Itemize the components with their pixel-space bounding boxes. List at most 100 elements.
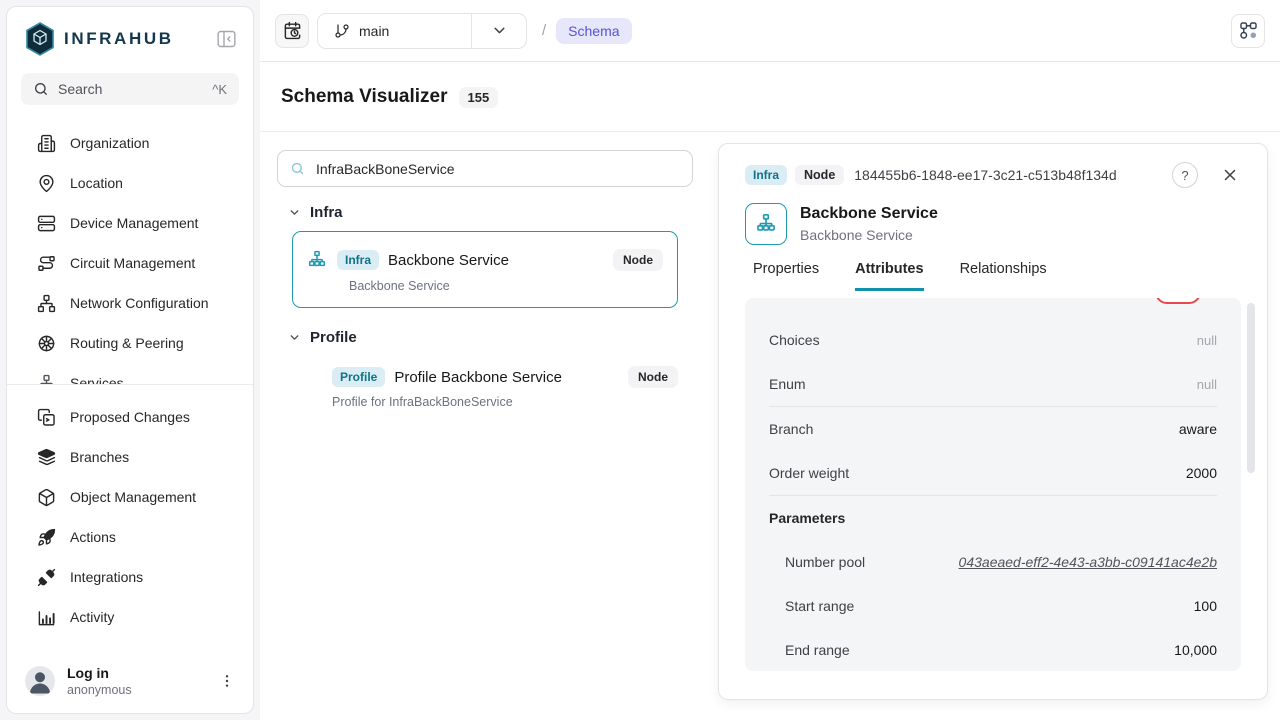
result-title: Backbone Service	[388, 252, 509, 269]
object-uuid: 184455b6-1848-ee17-3c21-c513b48f134d	[854, 167, 1116, 183]
chevron-down-icon	[288, 206, 301, 219]
branch-name: main	[359, 23, 389, 39]
attr-row-branch: Branch aware	[769, 407, 1217, 451]
brand-wordmark: INFRAHUB	[64, 29, 174, 49]
sidebar-item-organization[interactable]: Organization	[7, 123, 253, 163]
login-row[interactable]: Log in anonymous	[7, 653, 253, 713]
result-item-profile-backbone-service[interactable]: Profile Profile Backbone Service Node Pr…	[306, 356, 678, 415]
result-description: Backbone Service	[349, 279, 663, 293]
attr-row-start-range: Start range 100	[769, 584, 1217, 628]
page-title: Schema Visualizer	[281, 86, 448, 108]
git-branch-icon	[334, 23, 350, 39]
bar-chart-icon	[37, 608, 56, 627]
branch-selector[interactable]: main	[317, 13, 527, 49]
clipped-value-pill	[1155, 298, 1201, 304]
route-icon	[37, 254, 56, 273]
panel-header: Infra Node 184455b6-1848-ee17-3c21-c513b…	[745, 162, 1241, 188]
sidebar-collapse-button[interactable]	[214, 27, 239, 51]
close-panel-button[interactable]	[1219, 164, 1241, 186]
result-title: Profile Backbone Service	[394, 369, 562, 386]
result-card-backbone-service[interactable]: Infra Backbone Service Node Backbone Ser…	[292, 231, 678, 308]
panel-collapse-icon	[216, 29, 237, 49]
topbar: main / Schema	[260, 0, 1280, 62]
sidebar-item-routing-peering[interactable]: Routing & Peering	[7, 323, 253, 363]
login-label: Log in	[67, 665, 132, 681]
kebab-icon	[219, 672, 235, 690]
panel-scrollbar[interactable]	[1247, 303, 1255, 473]
page-head: Schema Visualizer 155	[281, 86, 498, 108]
sidebar-item-location[interactable]: Location	[7, 163, 253, 203]
panel-identity: Backbone Service Backbone Service	[745, 203, 1241, 245]
sidebar-item-branches[interactable]: Branches	[7, 437, 253, 477]
hierarchy-icon	[37, 374, 56, 385]
copy-icon	[37, 408, 56, 427]
plug-icon	[37, 568, 56, 587]
schema-graph-button[interactable]	[1231, 14, 1265, 48]
time-travel-button[interactable]	[275, 14, 309, 48]
node-kind-pill: Node	[613, 249, 663, 271]
chevron-down-icon	[288, 331, 301, 344]
parameters-section-title: Parameters	[769, 496, 1217, 540]
panel-title: Backbone Service	[800, 205, 938, 223]
attr-row-choices: Choices null	[769, 318, 1217, 362]
tab-attributes[interactable]: Attributes	[855, 261, 923, 291]
sidebar-item-object-management[interactable]: Object Management	[7, 477, 253, 517]
attributes-scroll-area[interactable]: Choices null Enum null Branch aware Orde…	[745, 298, 1241, 671]
building-icon	[37, 134, 56, 153]
close-icon	[1221, 166, 1239, 184]
sidebar: INFRAHUB Search ^K Organization	[6, 6, 254, 714]
help-button[interactable]: ?	[1172, 162, 1198, 188]
sitemap-icon	[307, 250, 327, 270]
chevron-down-icon	[491, 22, 508, 39]
breadcrumb-schema[interactable]: Schema	[556, 18, 631, 44]
profile-badge: Profile	[332, 367, 385, 387]
group-header-profile[interactable]: Profile	[288, 329, 693, 346]
infrahub-logo-icon	[25, 22, 55, 56]
sidebar-item-device-management[interactable]: Device Management	[7, 203, 253, 243]
user-menu-button[interactable]	[217, 670, 237, 692]
node-iconbox	[745, 203, 787, 245]
panel-subtitle: Backbone Service	[800, 227, 938, 243]
namespace-badge: Infra	[745, 165, 787, 185]
schema-count-badge: 155	[459, 87, 499, 108]
header-divider	[260, 131, 1280, 132]
sidebar-item-services[interactable]: Services	[7, 363, 253, 384]
tab-properties[interactable]: Properties	[753, 261, 819, 291]
network-icon	[37, 294, 56, 313]
sidebar-item-circuit-management[interactable]: Circuit Management	[7, 243, 253, 283]
search-shortcut: ^K	[212, 82, 227, 97]
search-icon	[33, 81, 49, 97]
workflow-icon	[1239, 21, 1258, 40]
layers-icon	[37, 448, 56, 467]
attr-row-number-pool: Number pool 043aeaed-eff2-4e43-a3bb-c091…	[769, 540, 1217, 584]
tab-relationships[interactable]: Relationships	[960, 261, 1047, 291]
branch-dropdown-button[interactable]	[472, 22, 526, 39]
attr-row-order-weight: Order weight 2000	[769, 451, 1217, 495]
sidebar-nav-secondary: Proposed Changes Branches Object Managem…	[7, 385, 253, 637]
sidebar-item-actions[interactable]: Actions	[7, 517, 253, 557]
sidebar-nav-primary: Organization Location Device Management	[7, 111, 253, 384]
attr-row-end-range: End range 10,000	[769, 628, 1217, 671]
sidebar-item-proposed-changes[interactable]: Proposed Changes	[7, 397, 253, 437]
sidebar-item-integrations[interactable]: Integrations	[7, 557, 253, 597]
sidebar-search-label: Search	[58, 81, 102, 97]
number-pool-link[interactable]: 043aeaed-eff2-4e43-a3bb-c09141ac4e2b	[959, 554, 1217, 570]
avatar	[25, 666, 55, 696]
result-description: Profile for InfraBackBoneService	[332, 395, 678, 409]
detail-panel: Infra Node 184455b6-1848-ee17-3c21-c513b…	[718, 143, 1268, 700]
attr-row-enum: Enum null	[769, 362, 1217, 406]
namespace-badge: Infra	[337, 250, 379, 270]
logo-row: INFRAHUB	[7, 7, 253, 65]
sidebar-item-network-configuration[interactable]: Network Configuration	[7, 283, 253, 323]
group-header-infra[interactable]: Infra	[288, 204, 693, 221]
server-icon	[37, 214, 56, 233]
results-column: Infra Infra Backbone Service	[277, 150, 693, 415]
schema-search-box	[277, 150, 693, 187]
wheel-icon	[37, 334, 56, 353]
panel-tabs: Properties Attributes Relationships	[745, 261, 1241, 291]
sidebar-search[interactable]: Search ^K	[21, 73, 239, 105]
schema-search-input[interactable]	[314, 160, 680, 178]
content: Schema Visualizer 155 Infra	[260, 62, 1280, 720]
sidebar-item-activity[interactable]: Activity	[7, 597, 253, 637]
search-icon	[290, 161, 305, 176]
